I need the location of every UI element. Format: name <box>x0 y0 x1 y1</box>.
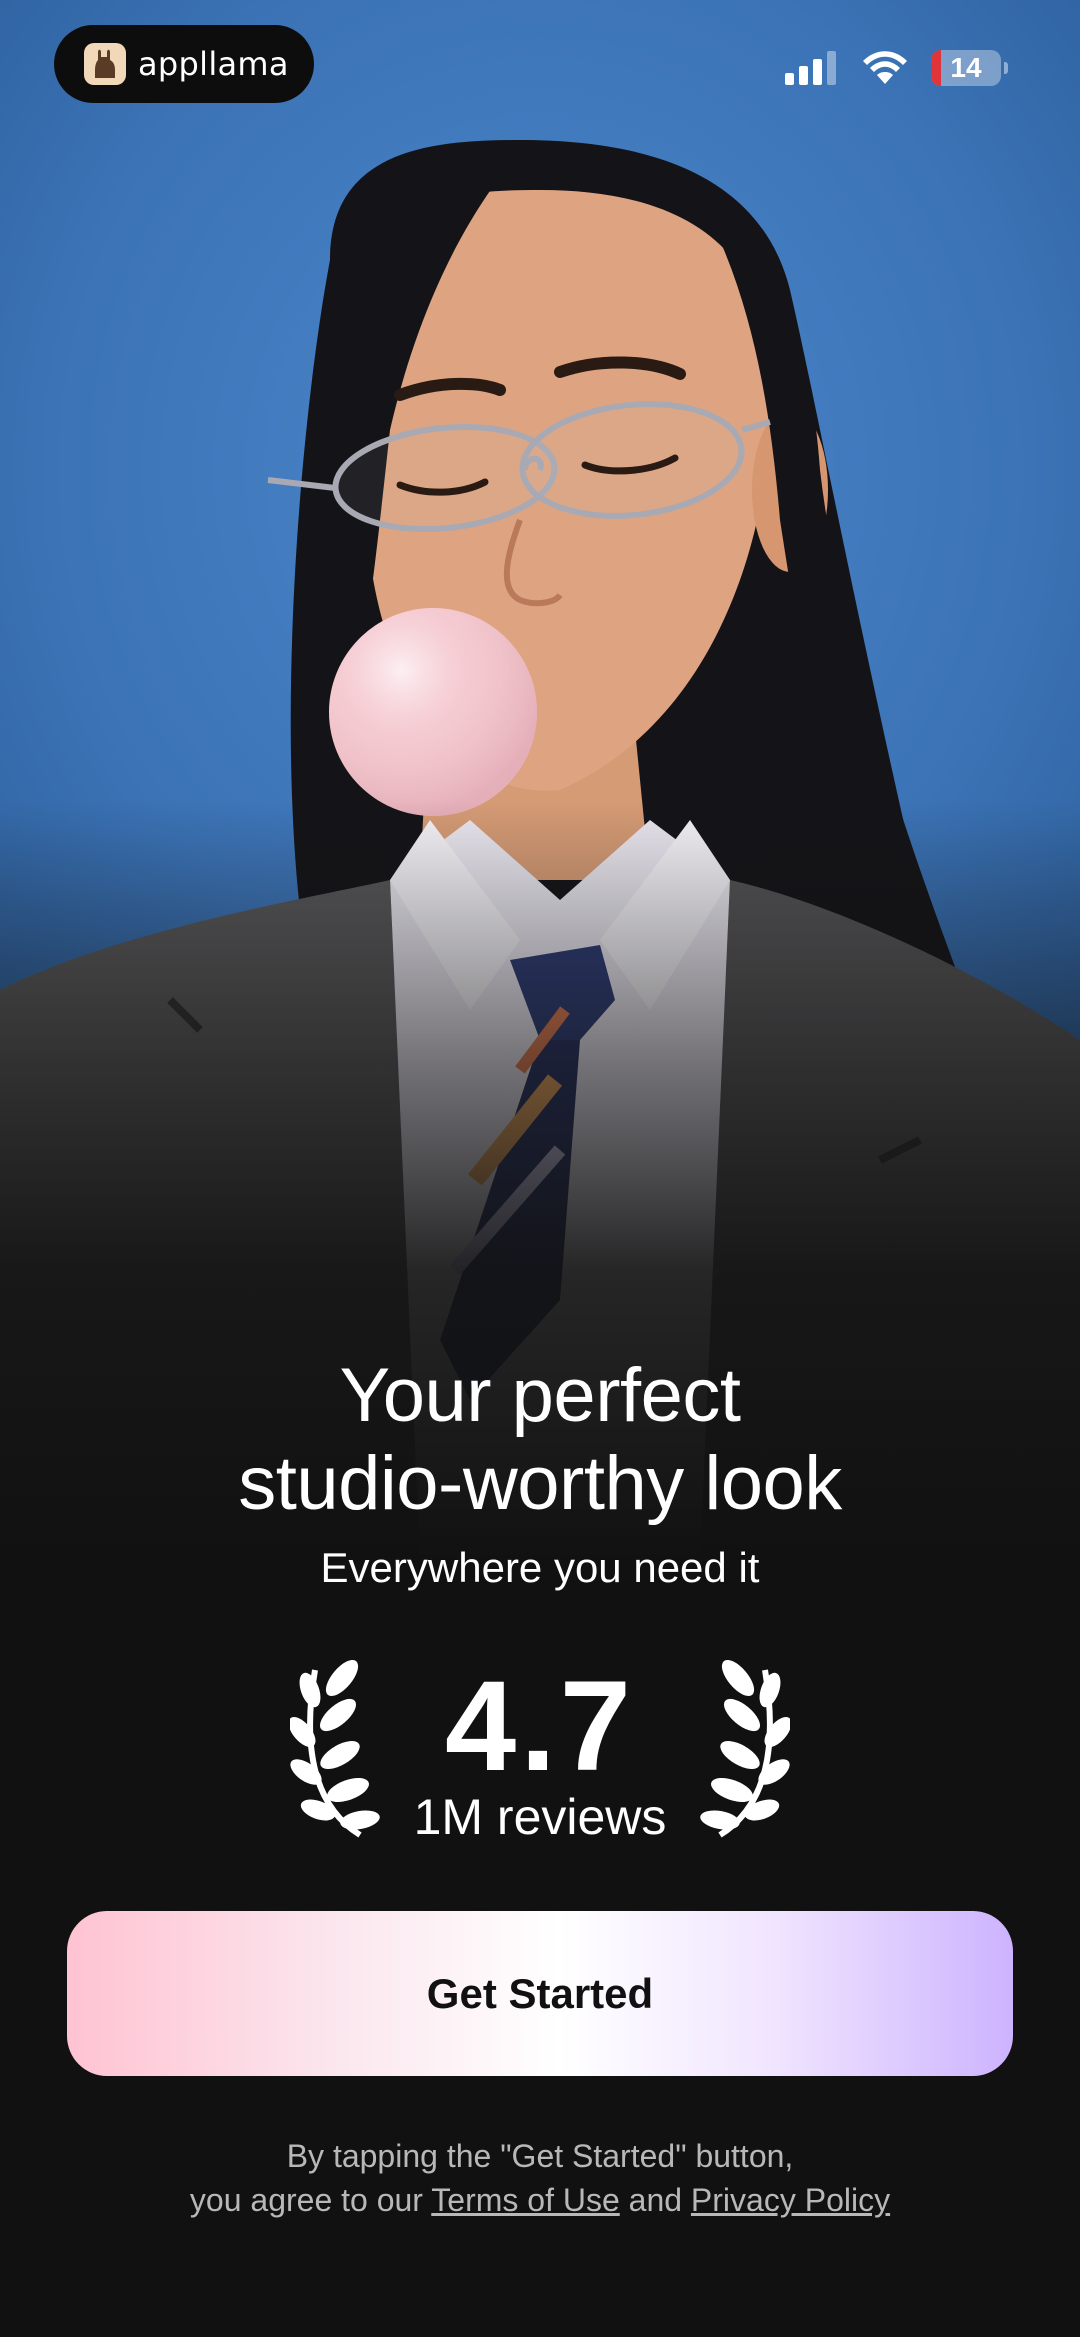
onboarding-screen: appllama 14 Your perfect studio-worthy l… <box>0 0 1080 2337</box>
subheadline: Everywhere you need it <box>320 1544 760 1591</box>
headline: Your perfect studio-worthy look <box>0 1352 1080 1528</box>
terms-of-use-link[interactable]: Terms of Use <box>431 2182 619 2218</box>
status-icons: 14 <box>785 50 1008 86</box>
brand-name: appllama <box>138 45 289 83</box>
rating-count: 1M reviews <box>413 1789 667 1845</box>
battery-level: 14 <box>950 52 982 83</box>
rating-value: 4.7 <box>445 1655 635 1798</box>
legal-prefix: you agree to our <box>189 2182 423 2218</box>
privacy-policy-link[interactable]: Privacy Policy <box>691 2182 890 2218</box>
headline-line-1: Your perfect <box>339 1353 741 1438</box>
get-started-button[interactable]: Get Started <box>67 1911 1013 2076</box>
legal-line-1: By tapping the "Get Started" button, <box>286 2138 794 2174</box>
battery-nub <box>1004 62 1008 74</box>
status-bar: appllama 14 <box>0 0 1080 140</box>
headline-line-2: studio-worthy look <box>238 1441 842 1526</box>
hero-photo <box>0 0 1080 1560</box>
legal-line-2: you agree to our Terms of Use and Privac… <box>0 2178 1080 2222</box>
llama-logo-icon <box>84 43 126 85</box>
brand-badge: appllama <box>54 25 314 103</box>
battery-icon: 14 <box>931 50 1001 86</box>
rating-block: 4.7 1M reviews <box>0 1660 1080 1860</box>
battery-level-fill <box>931 50 941 86</box>
legal-disclaimer: By tapping the "Get Started" button, you… <box>0 2134 1080 2222</box>
wifi-icon <box>863 51 907 84</box>
laurel-right-icon <box>700 1660 790 1838</box>
cellular-signal-icon <box>785 51 836 85</box>
legal-conjunction: and <box>628 2182 683 2218</box>
